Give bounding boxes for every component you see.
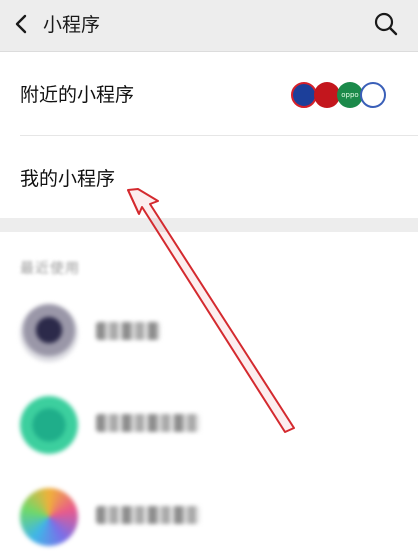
back-button[interactable] — [6, 8, 38, 40]
recent-item[interactable] — [0, 298, 418, 378]
my-mini-programs-row[interactable]: 我的小程序 — [0, 136, 418, 218]
mini-program-avatar — [20, 304, 78, 362]
blurred-name — [96, 414, 200, 432]
blurred-name — [96, 322, 160, 340]
search-icon — [374, 12, 398, 36]
nearby-mini-programs-label: 附近的小程序 — [20, 84, 135, 106]
page-title: 小程序 — [43, 14, 101, 36]
recent-section-title: 最近使用 — [20, 261, 80, 277]
recent-section: 最近使用 — [0, 232, 418, 557]
search-button[interactable] — [370, 8, 402, 40]
navbar: 小程序 — [0, 0, 418, 52]
mini-program-avatar — [20, 396, 78, 454]
nearby-mini-programs-row[interactable]: 附近的小程序 oppo — [0, 53, 418, 135]
chevron-left-icon — [15, 14, 27, 34]
section-separator — [0, 218, 418, 232]
recent-item[interactable] — [0, 390, 418, 470]
blurred-name — [96, 506, 200, 524]
nearby-thumbnails: oppo — [291, 80, 386, 110]
recent-item[interactable] — [0, 482, 418, 557]
my-mini-programs-label: 我的小程序 — [20, 168, 116, 190]
screen: 小程序 附近的小程序 oppo 我的小程序 最近使用 — [0, 0, 418, 557]
mini-program-logo-icon — [360, 82, 386, 108]
mini-program-avatar — [20, 488, 78, 546]
